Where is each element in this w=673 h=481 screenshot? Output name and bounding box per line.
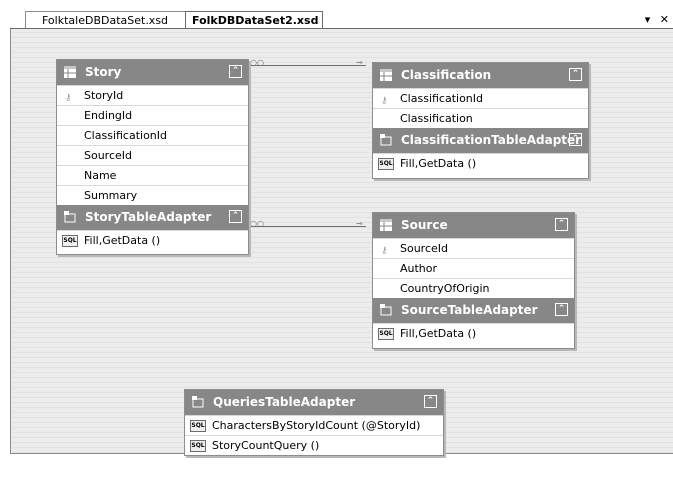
collapse-chevron-icon[interactable]: ⌃ bbox=[555, 218, 568, 231]
column-name: SourceId bbox=[84, 149, 133, 162]
table-icon bbox=[380, 219, 392, 231]
relation-start-icon: ○○ bbox=[250, 58, 264, 67]
column-name: ClassificationId bbox=[84, 129, 168, 142]
column-row[interactable]: EndingId bbox=[57, 105, 248, 125]
column-name: EndingId bbox=[84, 109, 133, 122]
column-name: Summary bbox=[84, 189, 138, 202]
key-icon: ⚷ bbox=[65, 93, 72, 103]
column-row[interactable]: Author bbox=[373, 258, 574, 278]
collapse-chevron-icon[interactable]: ⌃ bbox=[569, 133, 582, 146]
sql-icon: SQL bbox=[190, 440, 206, 452]
sql-icon: SQL bbox=[378, 158, 394, 170]
column-name: Name bbox=[84, 169, 117, 182]
story-table[interactable]: Story ⌃ ⚷ StoryId EndingId Classification… bbox=[56, 59, 249, 255]
tab-controls: ▾ ✕ bbox=[645, 13, 669, 26]
column-row[interactable]: Name bbox=[57, 165, 248, 185]
collapse-chevron-icon[interactable]: ⌃ bbox=[229, 210, 242, 223]
classification-title: Classification bbox=[401, 68, 492, 82]
story-adapter-title: StoryTableAdapter bbox=[85, 210, 212, 224]
story-title: Story bbox=[85, 65, 122, 79]
query-row[interactable]: SQL Fill,GetData () bbox=[373, 153, 588, 173]
column-name: ClassificationId bbox=[400, 92, 484, 105]
query-name: Fill,GetData () bbox=[400, 327, 477, 340]
adapter-icon bbox=[380, 134, 392, 146]
sql-icon: SQL bbox=[378, 328, 394, 340]
classification-table[interactable]: Classification ⌃ ⚷ ClassificationId Class… bbox=[372, 62, 589, 179]
query-row[interactable]: SQL StoryCountQuery () bbox=[185, 435, 443, 455]
adapter-icon bbox=[64, 211, 76, 223]
source-header[interactable]: Source ⌃ bbox=[373, 213, 574, 238]
designer-canvas[interactable]: ○○ ⊸ ○○ ⊸ Story ⌃ ⚷ StoryId EndingId Clas… bbox=[10, 29, 673, 456]
query-name: Fill,GetData () bbox=[400, 157, 477, 170]
column-row[interactable]: Classification bbox=[373, 108, 588, 128]
key-icon: ⚷ bbox=[381, 246, 388, 256]
column-name: Classification bbox=[400, 112, 473, 125]
queries-adapter-title: QueriesTableAdapter bbox=[213, 395, 356, 409]
column-name: Author bbox=[400, 262, 438, 275]
source-adapter-title: SourceTableAdapter bbox=[401, 303, 538, 317]
column-name: StoryId bbox=[84, 89, 124, 102]
query-row[interactable]: SQL Fill,GetData () bbox=[373, 323, 574, 343]
collapse-chevron-icon[interactable]: ⌃ bbox=[424, 395, 437, 408]
query-row[interactable]: SQL CharactersByStoryIdCount (@StoryId) bbox=[185, 415, 443, 435]
adapter-icon bbox=[192, 396, 204, 408]
adapter-icon bbox=[380, 304, 392, 316]
table-icon bbox=[64, 66, 76, 78]
sql-icon: SQL bbox=[62, 235, 78, 247]
source-table[interactable]: Source ⌃ ⚷ SourceId Author CountryOfOrigi… bbox=[372, 212, 575, 349]
column-row[interactable]: Summary bbox=[57, 185, 248, 205]
tab-folkdbdataset2[interactable]: FolkDBDataSet2.xsd bbox=[185, 11, 323, 28]
column-row[interactable]: ClassificationId bbox=[57, 125, 248, 145]
relation-end-icon: ⊸ bbox=[356, 58, 363, 67]
relation-story-classification[interactable] bbox=[248, 65, 366, 66]
source-adapter-header[interactable]: SourceTableAdapter ⌃ bbox=[373, 298, 574, 323]
table-icon bbox=[380, 69, 392, 81]
sql-icon: SQL bbox=[190, 420, 206, 432]
query-name: Fill,GetData () bbox=[84, 234, 161, 247]
tab-dropdown-icon[interactable]: ▾ bbox=[645, 13, 651, 26]
column-row[interactable]: ⚷ SourceId bbox=[373, 238, 574, 258]
story-adapter-header[interactable]: StoryTableAdapter ⌃ bbox=[57, 205, 248, 230]
tab-folktaledbdataset[interactable]: FolktaleDBDataSet.xsd bbox=[25, 11, 185, 28]
collapse-chevron-icon[interactable]: ⌃ bbox=[229, 65, 242, 78]
column-row[interactable]: ⚷ StoryId bbox=[57, 85, 248, 105]
classification-adapter-header[interactable]: ClassificationTableAdapter ⌃ bbox=[373, 128, 588, 153]
relation-story-source[interactable] bbox=[248, 226, 366, 227]
column-row[interactable]: ⚷ ClassificationId bbox=[373, 88, 588, 108]
classification-header[interactable]: Classification ⌃ bbox=[373, 63, 588, 88]
key-icon: ⚷ bbox=[381, 96, 388, 106]
story-header[interactable]: Story ⌃ bbox=[57, 60, 248, 85]
collapse-chevron-icon[interactable]: ⌃ bbox=[555, 303, 568, 316]
column-name: CountryOfOrigin bbox=[400, 282, 490, 295]
column-name: SourceId bbox=[400, 242, 449, 255]
query-name: CharactersByStoryIdCount (@StoryId) bbox=[212, 419, 421, 432]
document-tab-bar: FolktaleDBDataSet.xsd FolkDBDataSet2.xsd… bbox=[0, 0, 673, 29]
close-icon[interactable]: ✕ bbox=[660, 13, 669, 26]
query-name: StoryCountQuery () bbox=[212, 439, 320, 452]
relation-end-icon: ⊸ bbox=[356, 219, 363, 228]
query-row[interactable]: SQL Fill,GetData () bbox=[57, 230, 248, 250]
classification-adapter-title: ClassificationTableAdapter bbox=[401, 133, 582, 147]
queries-adapter-header[interactable]: QueriesTableAdapter ⌃ bbox=[185, 390, 443, 415]
column-row[interactable]: CountryOfOrigin bbox=[373, 278, 574, 298]
source-title: Source bbox=[401, 218, 448, 232]
collapse-chevron-icon[interactable]: ⌃ bbox=[569, 68, 582, 81]
queries-table-adapter[interactable]: QueriesTableAdapter ⌃ SQL CharactersBySto… bbox=[184, 389, 444, 456]
relation-start-icon: ○○ bbox=[250, 219, 264, 228]
column-row[interactable]: SourceId bbox=[57, 145, 248, 165]
